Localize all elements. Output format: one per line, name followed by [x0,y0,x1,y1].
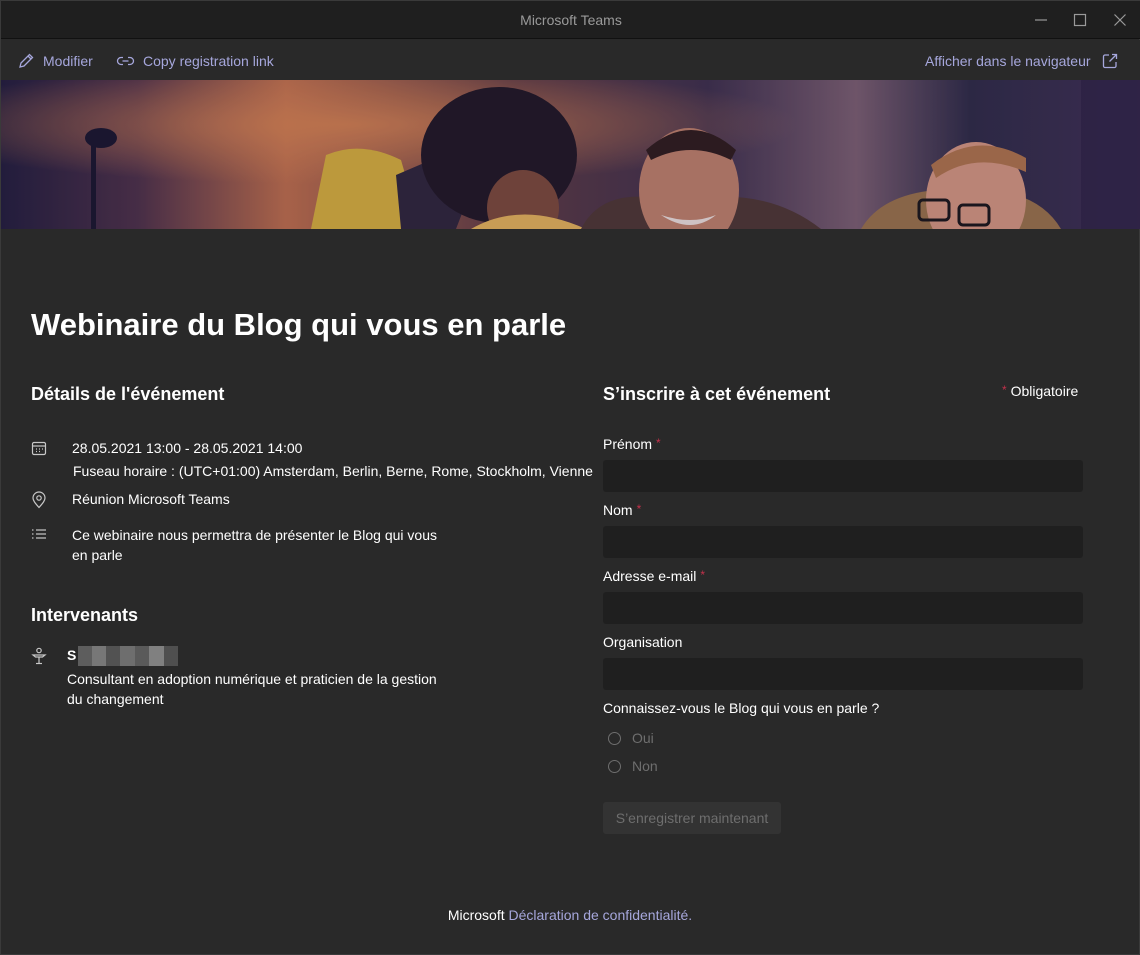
event-datetime: 28.05.2021 13:00 - 28.05.2021 14:00 [72,440,303,456]
maximize-button[interactable] [1060,1,1100,39]
email-required-star: * [700,568,706,582]
first-name-required-star: * [656,436,661,450]
event-title: Webinaire du Blog qui vous en parle [31,307,567,342]
radio-button-oui[interactable] [608,731,621,745]
minimize-button[interactable] [1021,1,1061,39]
footer: Microsoft Déclaration de confidentialité… [1,907,1139,923]
email-label-text: Adresse e-mail [603,568,697,584]
organisation-label: Organisation [603,634,683,650]
email-label: Adresse e-mail * [603,568,705,584]
speaker-name-initial: S [67,647,77,663]
speaker-role-line-1: Consultant en adoption numérique et prat… [67,671,437,687]
toolbar: Modifier Copy registration link Afficher… [1,40,1140,80]
open-browser-label: Afficher dans le navigateur [925,53,1091,69]
teams-window: Microsoft Teams Modifier Copy registrati… [0,0,1140,955]
last-name-input[interactable] [603,526,1083,558]
copy-registration-link-button[interactable]: Copy registration link [116,52,274,70]
last-name-label-text: Nom [603,502,633,518]
required-star: * [1002,383,1007,397]
event-description-row: Ce webinaire nous permettra de présenter… [31,525,591,569]
minimize-icon [1035,19,1047,21]
speakers-heading: Intervenants [31,605,139,625]
first-name-label-text: Prénom [603,436,653,452]
banner-illustration [1,80,1140,229]
speaker-podium-icon [31,647,47,668]
event-details-heading: Détails de l'événement [31,384,225,404]
list-icon [31,527,47,544]
close-button[interactable] [1100,1,1140,39]
footer-brand: Microsoft [447,907,505,923]
last-name-label: Nom * [603,502,641,518]
open-external-icon [1102,53,1117,69]
calendar-icon [31,440,47,459]
speaker-role-line-2: du changement [67,691,164,707]
speaker-name: S [67,645,179,667]
window-title: Microsoft Teams [520,12,622,28]
close-icon [1114,14,1126,26]
privacy-statement-link[interactable]: Déclaration de confidentialité. [509,907,693,923]
event-location-row: Réunion Microsoft Teams [31,489,591,511]
first-name-label: Prénom * [603,436,661,452]
pencil-icon [19,53,34,68]
registration-heading: S’inscrire à cet événement [603,384,831,404]
open-in-browser-button[interactable]: Afficher dans le navigateur [925,52,1119,70]
title-bar: Microsoft Teams [1,1,1140,39]
blog-question-label: Connaissez-vous le Blog qui vous en parl… [603,700,880,716]
event-timezone: Fuseau horaire : (UTC+01:00) Amsterdam, … [73,463,593,479]
register-now-button[interactable]: S’enregistrer maintenant [603,802,781,834]
edit-label: Modifier [43,53,93,69]
event-description-line-1: Ce webinaire nous permettra de présenter… [72,527,437,543]
radio-option-oui[interactable]: Oui [608,730,654,746]
email-input[interactable] [603,592,1083,624]
maximize-icon [1073,13,1087,27]
radio-option-non[interactable]: Non [608,758,658,774]
event-datetime-row: 28.05.2021 13:00 - 28.05.2021 14:00 Fuse… [31,438,593,482]
redacted-speaker-name [78,646,179,667]
required-legend: * Obligatoire [1002,383,1078,399]
last-name-required-star: * [636,502,642,516]
link-icon [116,56,135,66]
radio-label-non: Non [632,758,658,774]
event-location: Réunion Microsoft Teams [72,491,230,507]
location-pin-icon [31,491,47,512]
event-banner-image [1,80,1140,229]
radio-button-non[interactable] [608,759,621,773]
required-label: Obligatoire [1010,383,1079,399]
first-name-input[interactable] [603,460,1083,492]
event-description-line-2: en parle [72,547,123,563]
copy-link-label: Copy registration link [143,53,274,69]
organisation-input[interactable] [603,658,1083,690]
speaker-row: S Consultant en adoption numérique et pr… [31,645,591,711]
radio-label-oui: Oui [632,730,654,746]
edit-button[interactable]: Modifier [17,52,93,70]
